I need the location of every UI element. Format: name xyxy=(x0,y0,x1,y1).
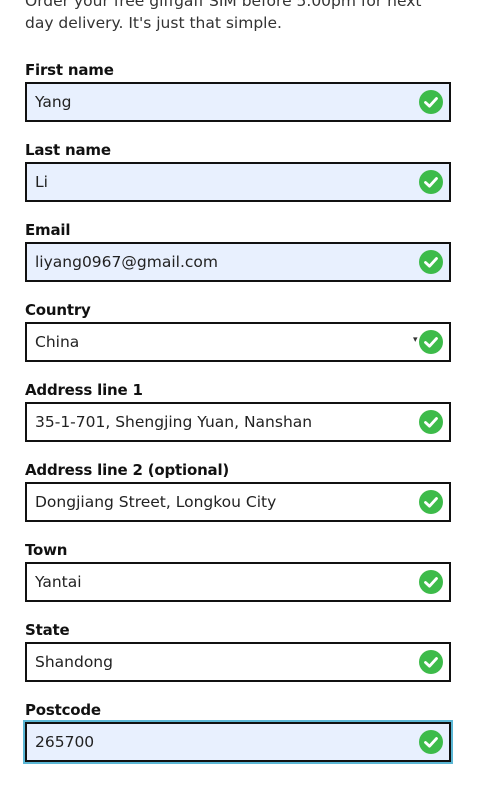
last-name-input[interactable]: Li xyxy=(25,162,451,202)
address-line-1-value[interactable]: 35-1-701, Shengjing Yuan, Nanshan xyxy=(35,404,405,440)
address-line-2-input[interactable]: Dongjiang Street, Longkou City xyxy=(25,482,451,522)
country-select[interactable]: China ▾ xyxy=(25,322,451,362)
address-line-2-label: Address line 2 (optional) xyxy=(25,461,230,479)
state-input[interactable]: Shandong xyxy=(25,642,451,682)
country-value[interactable]: China xyxy=(35,324,405,360)
first-name-label: First name xyxy=(25,61,114,79)
email-value[interactable]: liyang0967@gmail.com xyxy=(35,244,405,280)
town-input[interactable]: Yantai xyxy=(25,562,451,602)
check-circle-icon xyxy=(419,490,443,514)
address-line-1-field: Address line 1 35-1-701, Shengjing Yuan,… xyxy=(25,380,451,442)
check-circle-icon xyxy=(419,90,443,114)
postcode-field: Postcode 265700 xyxy=(25,700,451,762)
intro-text: Order your free giffgaff SIM before 5.00… xyxy=(25,0,465,34)
check-circle-icon xyxy=(419,730,443,754)
email-field: Email liyang0967@gmail.com xyxy=(25,220,451,282)
email-input[interactable]: liyang0967@gmail.com xyxy=(25,242,451,282)
state-field: State Shandong xyxy=(25,620,451,682)
postcode-value[interactable]: 265700 xyxy=(35,724,405,760)
country-label: Country xyxy=(25,301,91,319)
country-field: Country China ▾ xyxy=(25,300,451,362)
check-circle-icon xyxy=(419,570,443,594)
last-name-value[interactable]: Li xyxy=(35,164,405,200)
town-field: Town Yantai xyxy=(25,540,451,602)
check-circle-icon xyxy=(419,330,443,354)
email-label: Email xyxy=(25,221,71,239)
check-circle-icon xyxy=(419,250,443,274)
last-name-label: Last name xyxy=(25,141,111,159)
check-circle-icon xyxy=(419,410,443,434)
last-name-field: Last name Li xyxy=(25,140,451,202)
check-circle-icon xyxy=(419,170,443,194)
state-label: State xyxy=(25,621,70,639)
first-name-field: First name Yang xyxy=(25,60,451,122)
postcode-input[interactable]: 265700 xyxy=(25,722,451,762)
address-line-1-input[interactable]: 35-1-701, Shengjing Yuan, Nanshan xyxy=(25,402,451,442)
check-circle-icon xyxy=(419,650,443,674)
address-line-2-field: Address line 2 (optional) Dongjiang Stre… xyxy=(25,460,451,522)
postcode-label: Postcode xyxy=(25,701,101,719)
first-name-input[interactable]: Yang xyxy=(25,82,451,122)
town-label: Town xyxy=(25,541,68,559)
town-value[interactable]: Yantai xyxy=(35,564,405,600)
first-name-value[interactable]: Yang xyxy=(35,84,405,120)
address-line-1-label: Address line 1 xyxy=(25,381,143,399)
intro-line-2: day delivery. It's just that simple. xyxy=(25,14,282,32)
address-line-2-value[interactable]: Dongjiang Street, Longkou City xyxy=(35,484,405,520)
state-value[interactable]: Shandong xyxy=(35,644,405,680)
intro-line-1: Order your free giffgaff SIM before 5.00… xyxy=(25,0,422,10)
